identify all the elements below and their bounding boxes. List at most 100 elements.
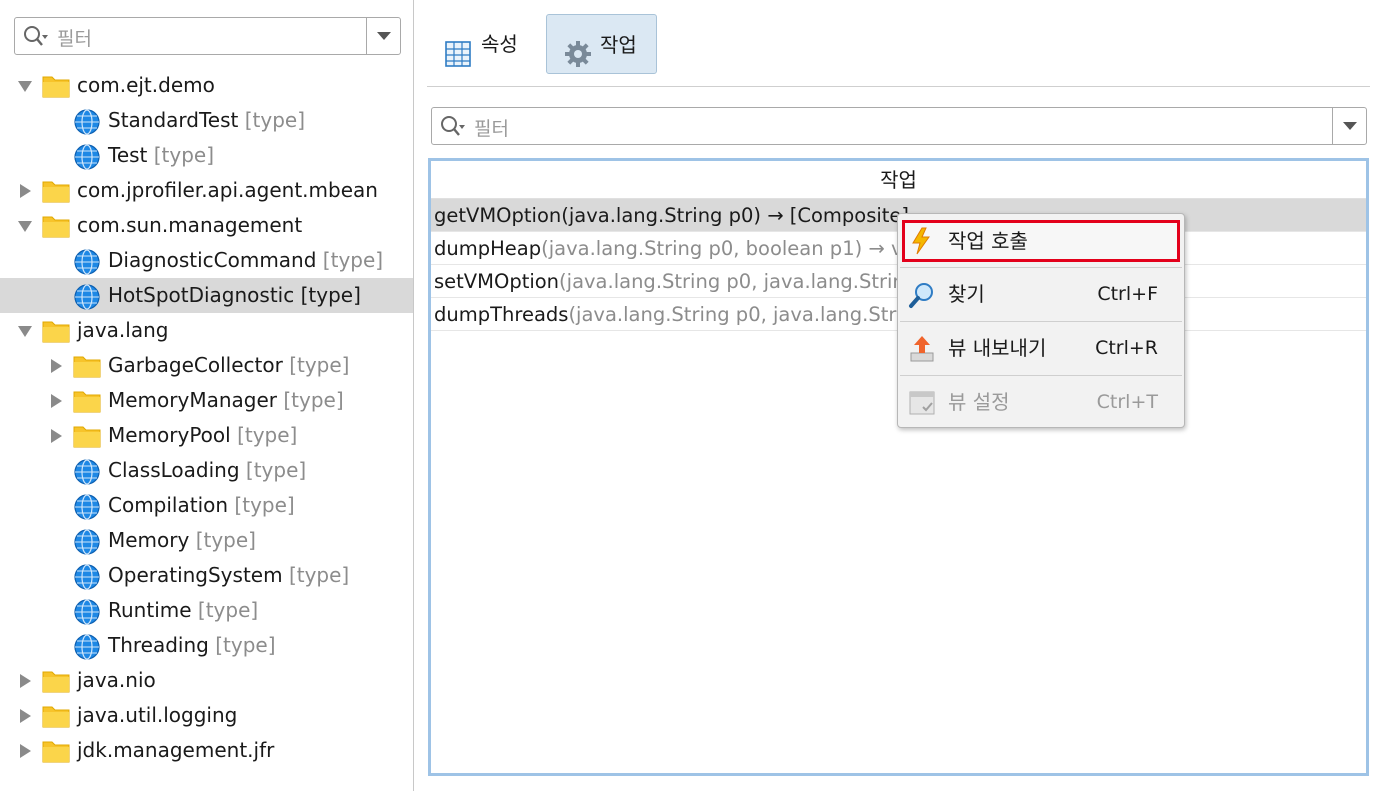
tree-node-name: DiagnosticCommand	[108, 248, 317, 272]
tree-node-operatingsystem[interactable]: OperatingSystem [type]	[0, 558, 413, 593]
tree-filter-dropdown-button[interactable]	[366, 18, 400, 54]
collapse-arrow-icon[interactable]	[17, 68, 33, 103]
tree-node-label: Memory [type]	[108, 523, 256, 558]
tree-node-diagnosticcommand[interactable]: DiagnosticCommand [type]	[0, 243, 413, 278]
tree-node-name: java.util.logging	[77, 703, 238, 727]
tree-node-test[interactable]: Test [type]	[0, 138, 413, 173]
tree-node-com-sun-management[interactable]: com.sun.management	[0, 208, 413, 243]
expand-arrow-icon[interactable]	[48, 383, 64, 418]
tree-node-runtime[interactable]: Runtime [type]	[0, 593, 413, 628]
tree-node-memory[interactable]: Memory [type]	[0, 523, 413, 558]
expand-arrow-icon[interactable]	[48, 418, 64, 453]
tree-node-standardtest[interactable]: StandardTest [type]	[0, 103, 413, 138]
tree-node-name: Threading	[108, 633, 209, 657]
globe-icon	[73, 633, 101, 660]
tree-node-label: com.jprofiler.api.agent.mbean	[77, 173, 378, 208]
globe-icon	[73, 563, 101, 590]
folder-icon	[42, 213, 70, 239]
tree-node-label: GarbageCollector [type]	[108, 348, 350, 383]
globe-icon	[73, 598, 101, 625]
tree-node-name: HotSpotDiagnostic	[108, 283, 295, 307]
menu-item-view-settings[interactable]: 뷰 설정 Ctrl+T	[902, 381, 1180, 423]
menu-item-find[interactable]: 찾기 Ctrl+F	[902, 273, 1180, 315]
folder-icon	[42, 703, 70, 729]
tree-node-label: MemoryManager [type]	[108, 383, 344, 418]
tree-node-label: Test [type]	[108, 138, 214, 173]
expand-arrow-icon[interactable]	[17, 663, 33, 698]
tree-node-label: com.ejt.demo	[77, 68, 215, 103]
tree-node-label: OperatingSystem [type]	[108, 558, 349, 593]
tree-node-compilation[interactable]: Compilation [type]	[0, 488, 413, 523]
tree-node-label: ClassLoading [type]	[108, 453, 306, 488]
operations-filter-dropdown-button[interactable]	[1332, 108, 1366, 144]
operation-name: getVMOption	[434, 204, 562, 227]
tree-node-type: [type]	[245, 458, 307, 482]
globe-icon	[73, 528, 101, 555]
expand-arrow-icon[interactable]	[17, 698, 33, 733]
tree-node-classloading[interactable]: ClassLoading [type]	[0, 453, 413, 488]
tree-node-name: MemoryPool	[108, 423, 231, 447]
tree-node-name: Compilation	[108, 493, 229, 517]
tree-node-name: OperatingSystem	[108, 563, 283, 587]
tree-node-label: Threading [type]	[108, 628, 276, 663]
tree-node-threading[interactable]: Threading [type]	[0, 628, 413, 663]
globe-icon	[73, 108, 101, 135]
tree-node-label: HotSpotDiagnostic [type]	[108, 278, 361, 313]
tree-node-memorypool[interactable]: MemoryPool [type]	[0, 418, 413, 453]
export-icon	[908, 335, 936, 363]
tree-node-java-util-logging[interactable]: java.util.logging	[0, 698, 413, 733]
tree-node-label: StandardTest [type]	[108, 103, 305, 138]
gear-icon	[564, 31, 592, 91]
collapse-arrow-icon[interactable]	[17, 208, 33, 243]
globe-icon	[73, 283, 101, 310]
operations-filter-input[interactable]: 필터	[431, 107, 1367, 145]
menu-item-invoke-operation[interactable]: 작업 호출	[902, 220, 1180, 262]
menu-item-export-view[interactable]: 뷰 내보내기 Ctrl+R	[902, 327, 1180, 369]
tree-node-type: [type]	[153, 143, 215, 167]
tree-filter-placeholder: 필터	[57, 28, 92, 50]
tree-node-label: java.lang	[77, 313, 168, 348]
operation-signature: (java.lang.String p0, boolean p1) → void	[541, 237, 933, 260]
tree-node-name: MemoryManager	[108, 388, 278, 412]
globe-icon	[73, 493, 101, 520]
tree-node-jdk-management-jfr[interactable]: jdk.management.jfr	[0, 733, 413, 768]
tab-operations[interactable]: 작업	[546, 14, 657, 74]
expand-arrow-icon[interactable]	[48, 348, 64, 383]
search-icon	[23, 25, 48, 47]
folder-icon	[73, 423, 101, 449]
tree-node-name: Runtime	[108, 598, 192, 622]
tree-node-label: MemoryPool [type]	[108, 418, 297, 453]
tree-node-type: [type]	[197, 598, 259, 622]
folder-icon	[42, 318, 70, 344]
operation-signature: (java.lang.String p0) → [Composite]	[561, 204, 910, 227]
operation-name: setVMOption	[434, 270, 560, 293]
tree-node-name: Test	[108, 143, 148, 167]
tree-node-memorymanager[interactable]: MemoryManager [type]	[0, 383, 413, 418]
lightning-icon	[908, 227, 936, 255]
menu-item-label: 뷰 설정	[948, 390, 1010, 414]
grid-icon	[445, 30, 471, 90]
tree-node-hotspotdiagnostic[interactable]: HotSpotDiagnostic [type]	[0, 278, 413, 313]
menu-item-shortcut: Ctrl+F	[1097, 283, 1158, 305]
operations-column-header[interactable]: 작업	[431, 161, 1366, 199]
tree-node-java-nio[interactable]: java.nio	[0, 663, 413, 698]
expand-arrow-icon[interactable]	[17, 173, 33, 208]
tree-node-com-jprofiler-api-agent-mbean[interactable]: com.jprofiler.api.agent.mbean	[0, 173, 413, 208]
tree-node-label: java.util.logging	[77, 698, 237, 733]
tree-node-name: jdk.management.jfr	[77, 738, 275, 762]
tree-filter-input[interactable]: 필터	[14, 17, 401, 55]
tree-node-com-ejt-demo[interactable]: com.ejt.demo	[0, 68, 413, 103]
folder-icon	[42, 178, 70, 204]
tree-node-type: [type]	[237, 423, 298, 447]
tree-node-java-lang[interactable]: java.lang	[0, 313, 413, 348]
tab-divider	[427, 86, 1370, 87]
tree-node-garbagecollector[interactable]: GarbageCollector [type]	[0, 348, 413, 383]
tree-node-name: Memory	[108, 528, 190, 552]
tab-attributes[interactable]: 속성	[427, 14, 537, 74]
context-menu: 작업 호출 찾기 Ctrl+F 뷰 내보내기 Ctrl+R 뷰 설정 Ctrl+…	[897, 213, 1185, 428]
operation-name: dumpHeap	[434, 237, 542, 260]
menu-separator	[900, 321, 1182, 322]
collapse-arrow-icon[interactable]	[17, 313, 33, 348]
menu-item-shortcut: Ctrl+T	[1096, 391, 1158, 413]
expand-arrow-icon[interactable]	[17, 733, 33, 768]
